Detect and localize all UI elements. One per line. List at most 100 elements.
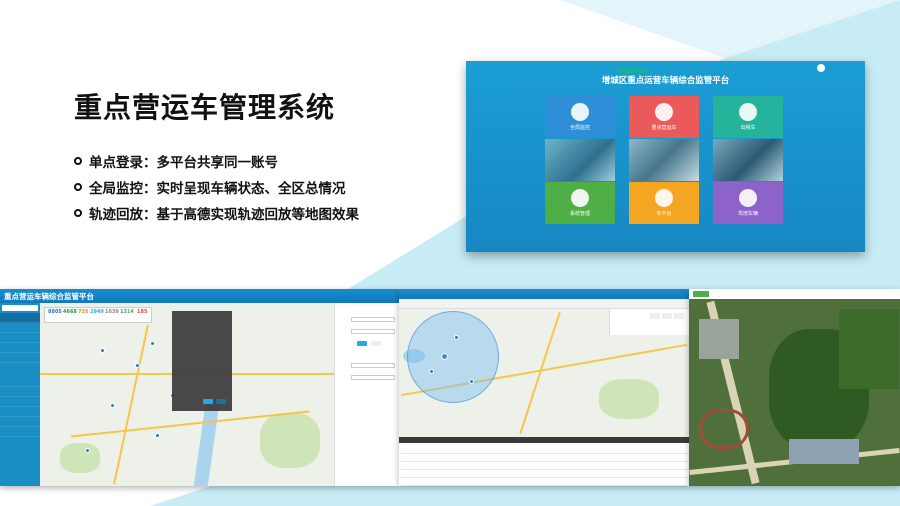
sidebar-item[interactable] [0, 377, 40, 387]
map-river [193, 398, 221, 486]
vehicle-marker[interactable] [100, 348, 105, 353]
map-tool-button[interactable] [674, 313, 684, 319]
table-row[interactable] [401, 471, 687, 478]
sidebar-item[interactable] [0, 407, 40, 417]
popup-button[interactable] [203, 399, 213, 404]
result-table [399, 443, 689, 486]
stat-value: 1314 [120, 309, 134, 315]
stat-value: 8805 [48, 309, 62, 315]
feature-item-playback: 轨迹回放：基于高德实现轨迹回放等地图效果 [74, 200, 359, 226]
query-panel [334, 303, 399, 486]
table-row[interactable] [401, 463, 687, 470]
map-tool-button[interactable] [662, 313, 672, 319]
feature-item-sso: 单点登录：多平台共享同一账号 [74, 148, 359, 174]
satellite-buildings [699, 319, 739, 359]
area-query-panel [609, 309, 689, 335]
sidebar-item[interactable] [0, 323, 40, 333]
area-query-screenshot [399, 289, 689, 486]
query-input[interactable] [351, 375, 395, 380]
table-row[interactable] [401, 479, 687, 486]
portal-screenshot: 增城区重点运营车辆综合监管平台 全局监控 重点营运车 出租车 系统管理 市平台 … [466, 61, 865, 252]
vehicle-detail-popup [172, 311, 232, 411]
feature-item-monitor: 全局监控：实时呈现车辆状态、全区总情况 [74, 174, 359, 200]
tile-label: 驾培车辆 [737, 211, 758, 217]
sidebar-item[interactable] [0, 417, 40, 427]
map-park [260, 413, 320, 468]
app-header: 重点营运车辆综合监管平台 [0, 289, 399, 303]
satellite-tag [693, 291, 709, 297]
vehicle-marker[interactable] [150, 341, 155, 346]
sidebar-item[interactable] [0, 397, 40, 407]
photo-strip-left [545, 139, 615, 181]
bullet-icon [74, 209, 82, 217]
table-row[interactable] [401, 455, 687, 462]
vehicle-marker[interactable] [469, 379, 474, 384]
tile-global-monitor[interactable]: 全局监控 [545, 96, 615, 138]
tile-key-vehicle[interactable]: 重点营运车 [629, 96, 699, 138]
car-icon [739, 189, 757, 207]
map-tool-button[interactable] [650, 313, 660, 319]
stat-value: 2949 [90, 309, 104, 315]
search-button[interactable] [357, 341, 367, 346]
vehicle-marker[interactable] [135, 363, 140, 368]
stat-value: 1639 [105, 309, 119, 315]
feature-text: 单点登录：多平台共享同一账号 [89, 155, 278, 171]
tile-label: 市平台 [656, 211, 672, 217]
vehicle-marker[interactable] [110, 403, 115, 408]
bus-icon [655, 103, 673, 121]
tile-taxi[interactable]: 出租车 [713, 96, 783, 138]
tab-bar [399, 299, 689, 309]
tile-label: 重点营运车 [651, 125, 677, 131]
vehicle-stats: 8805 4668 735 2949 1639 1314 185 [44, 307, 152, 323]
shield-icon [571, 103, 589, 121]
query-input[interactable] [351, 317, 395, 322]
tile-label: 出租车 [740, 125, 756, 131]
sidebar-item[interactable] [0, 343, 40, 353]
popup-button[interactable] [216, 399, 226, 404]
slide: 重点营运车管理系统 单点登录：多平台共享同一账号 全局监控：实时呈现车辆状态、全… [0, 0, 900, 506]
sidebar-item[interactable] [0, 353, 40, 363]
feature-text: 轨迹回放：基于高德实现轨迹回放等地图效果 [89, 207, 359, 223]
vehicle-marker[interactable] [454, 335, 459, 340]
tile-label: 全局监控 [569, 125, 590, 131]
reset-button[interactable] [371, 341, 381, 346]
vehicle-marker[interactable] [155, 433, 160, 438]
query-radius-circle [407, 311, 499, 403]
tile-system-admin[interactable]: 系统管理 [545, 182, 615, 224]
tile-label: 系统管理 [569, 211, 590, 217]
sidebar-search[interactable] [2, 305, 38, 311]
portal-badge [617, 67, 647, 73]
feature-text: 全局监控：实时呈现车辆状态、全区总情况 [89, 181, 346, 197]
dashboard-icon [655, 189, 673, 207]
sidebar-item[interactable] [0, 427, 40, 437]
sidebar-item[interactable] [0, 313, 40, 323]
photo-strip-mid [629, 139, 699, 181]
vehicle-marker[interactable] [441, 353, 448, 360]
satellite-grass [839, 309, 899, 389]
vehicle-marker[interactable] [429, 369, 434, 374]
query-input[interactable] [351, 329, 395, 334]
app-header [399, 289, 689, 299]
table-row[interactable] [401, 447, 687, 454]
tile-driving-school[interactable]: 驾培车辆 [713, 182, 783, 224]
vehicle-marker[interactable] [85, 448, 90, 453]
taxi-icon [739, 103, 757, 121]
app-title: 重点营运车辆综合监管平台 [4, 292, 94, 301]
feature-list: 单点登录：多平台共享同一账号 全局监控：实时呈现车辆状态、全区总情况 轨迹回放：… [74, 148, 359, 226]
tile-city-platform[interactable]: 市平台 [629, 182, 699, 224]
sidebar [0, 303, 40, 486]
vehicle-map[interactable] [40, 303, 334, 486]
stat-value: 4668 [63, 309, 77, 315]
query-input[interactable] [351, 363, 395, 368]
photo-strip-right [713, 139, 783, 181]
monitor-screenshot: 重点营运车辆综合监管平台 8805 4668 735 2949 1639 131… [0, 289, 399, 486]
satellite-track [699, 409, 749, 449]
slide-title: 重点营运车管理系统 [74, 91, 336, 124]
satellite-building [789, 439, 859, 464]
map-park [60, 443, 100, 473]
map-road [113, 324, 149, 485]
bullet-icon [74, 183, 82, 191]
satellite-screenshot [689, 289, 900, 486]
sidebar-item[interactable] [0, 387, 40, 397]
sidebar-item[interactable] [0, 333, 40, 343]
